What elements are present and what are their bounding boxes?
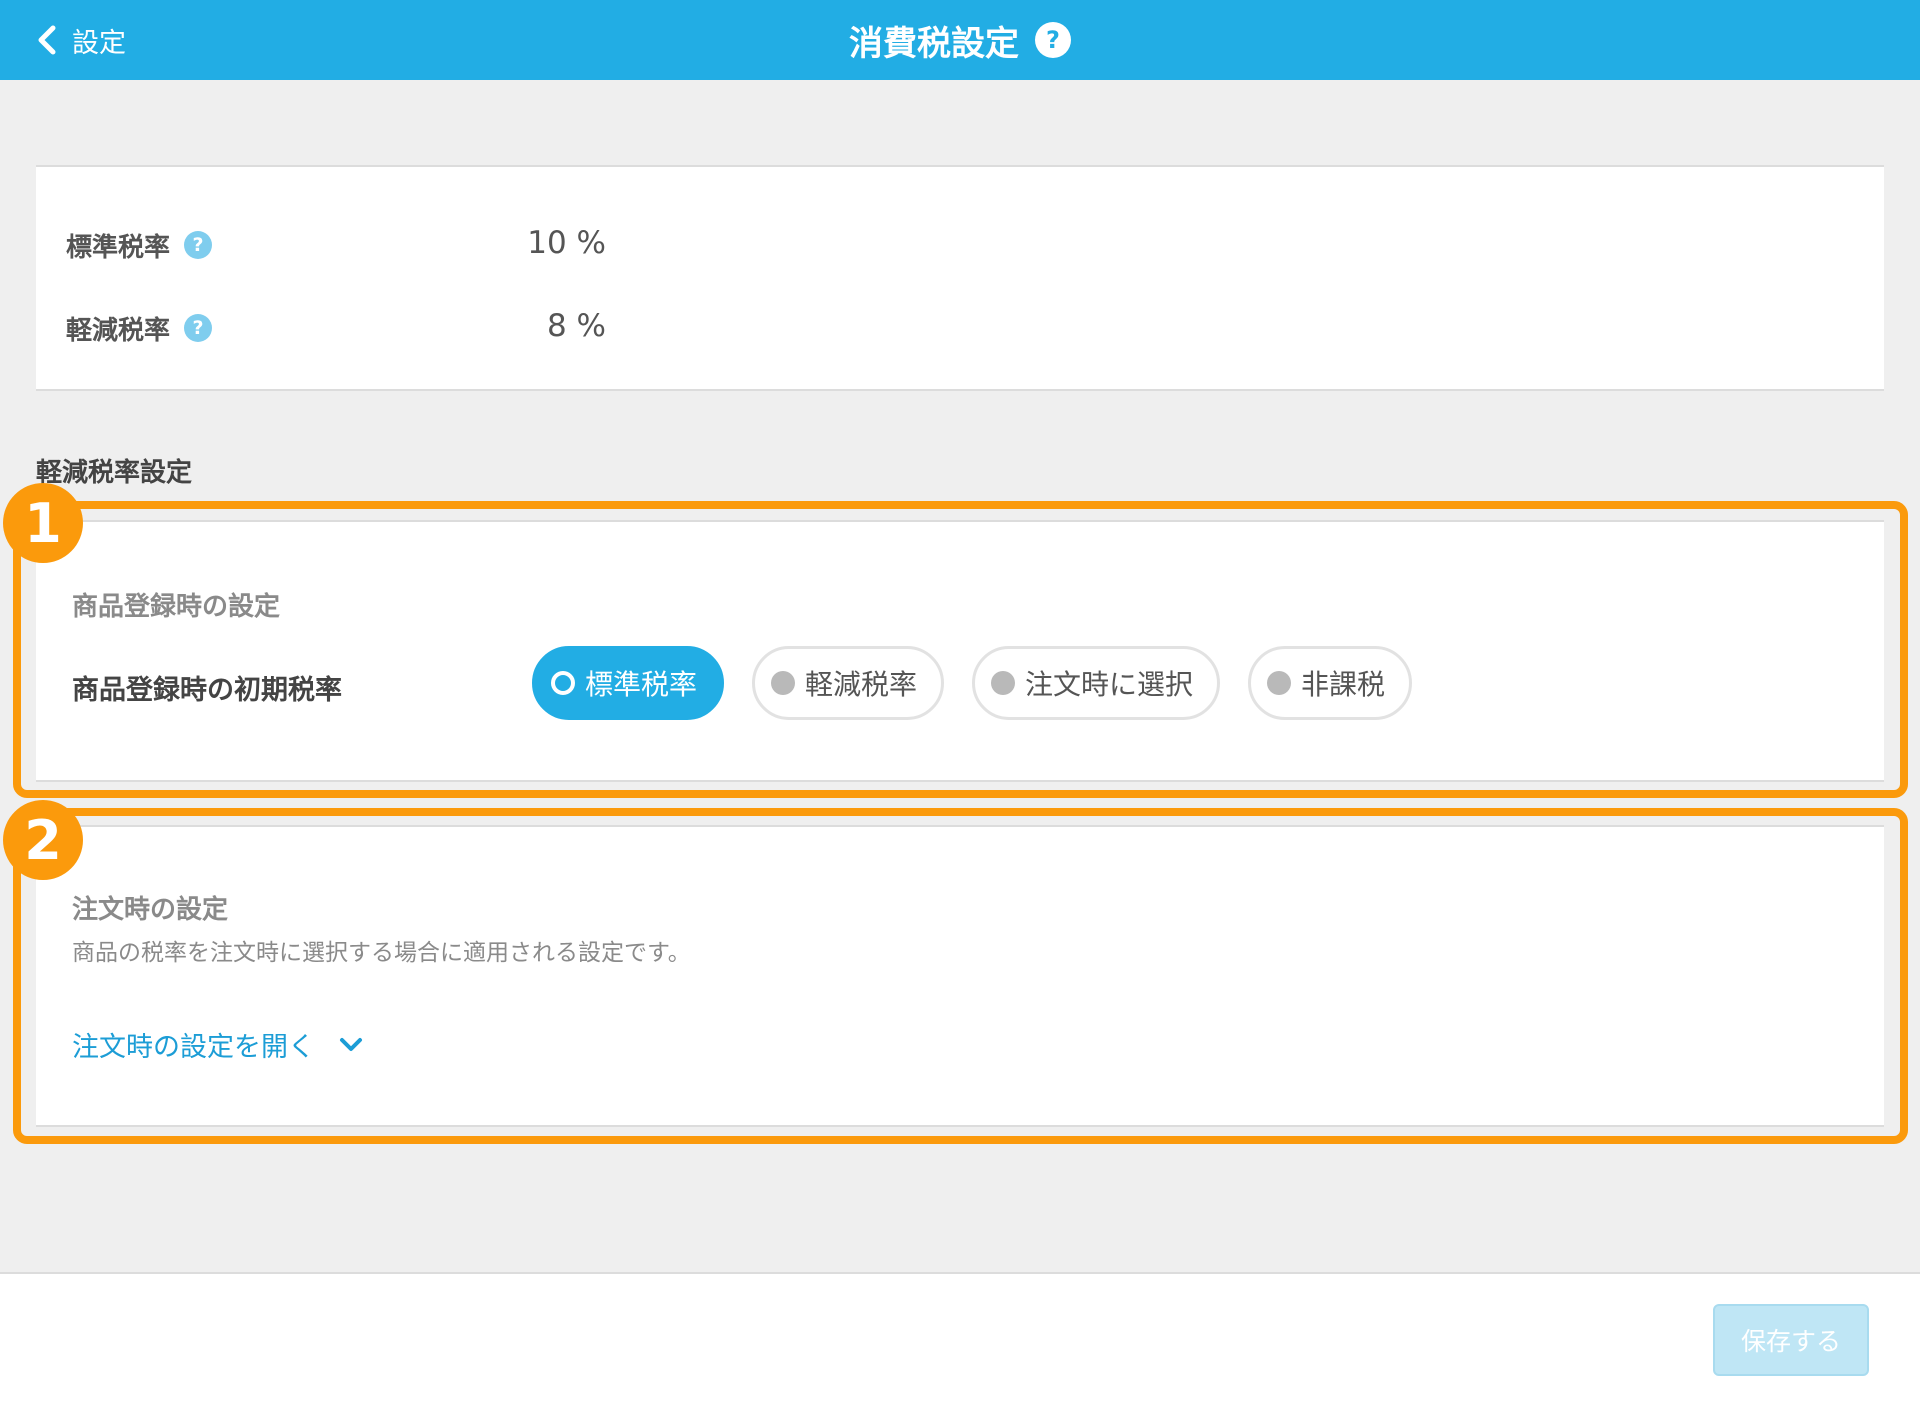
tax-rates-card: 標準税率 ? 10 % 軽減税率 ? 8 % (36, 165, 1884, 391)
annotation-badge-2: 2 (3, 800, 83, 880)
question-icon[interactable]: ? (184, 231, 213, 259)
standard-rate-row: 標準税率 ? (66, 223, 226, 267)
standard-rate-label: 標準税率 (66, 232, 171, 263)
standard-rate-value: 10 % (527, 225, 606, 261)
reduced-rate-row: 軽減税率 ? (66, 306, 226, 350)
top-nav-bar: 設定 消費税設定 ? (0, 0, 1920, 80)
question-icon[interactable]: ? (1035, 22, 1071, 58)
page-title-group: 消費税設定 ? (0, 0, 1920, 80)
annotation-box-2 (13, 808, 1908, 1144)
standard-rate-label-group: 標準税率 ? (66, 227, 226, 264)
reduced-rate-value: 8 % (546, 308, 606, 344)
page-title: 消費税設定 (849, 23, 1019, 64)
save-button[interactable]: 保存する (1713, 1304, 1869, 1376)
annotation-box-1 (13, 501, 1908, 798)
question-icon[interactable]: ? (184, 314, 213, 342)
annotation-badge-1: 1 (3, 483, 83, 563)
footer-bar: 保存する (0, 1272, 1920, 1404)
reduced-rate-label-group: 軽減税率 ? (66, 310, 226, 347)
section-heading: 軽減税率設定 (36, 458, 193, 488)
reduced-rate-label: 軽減税率 (66, 315, 171, 346)
